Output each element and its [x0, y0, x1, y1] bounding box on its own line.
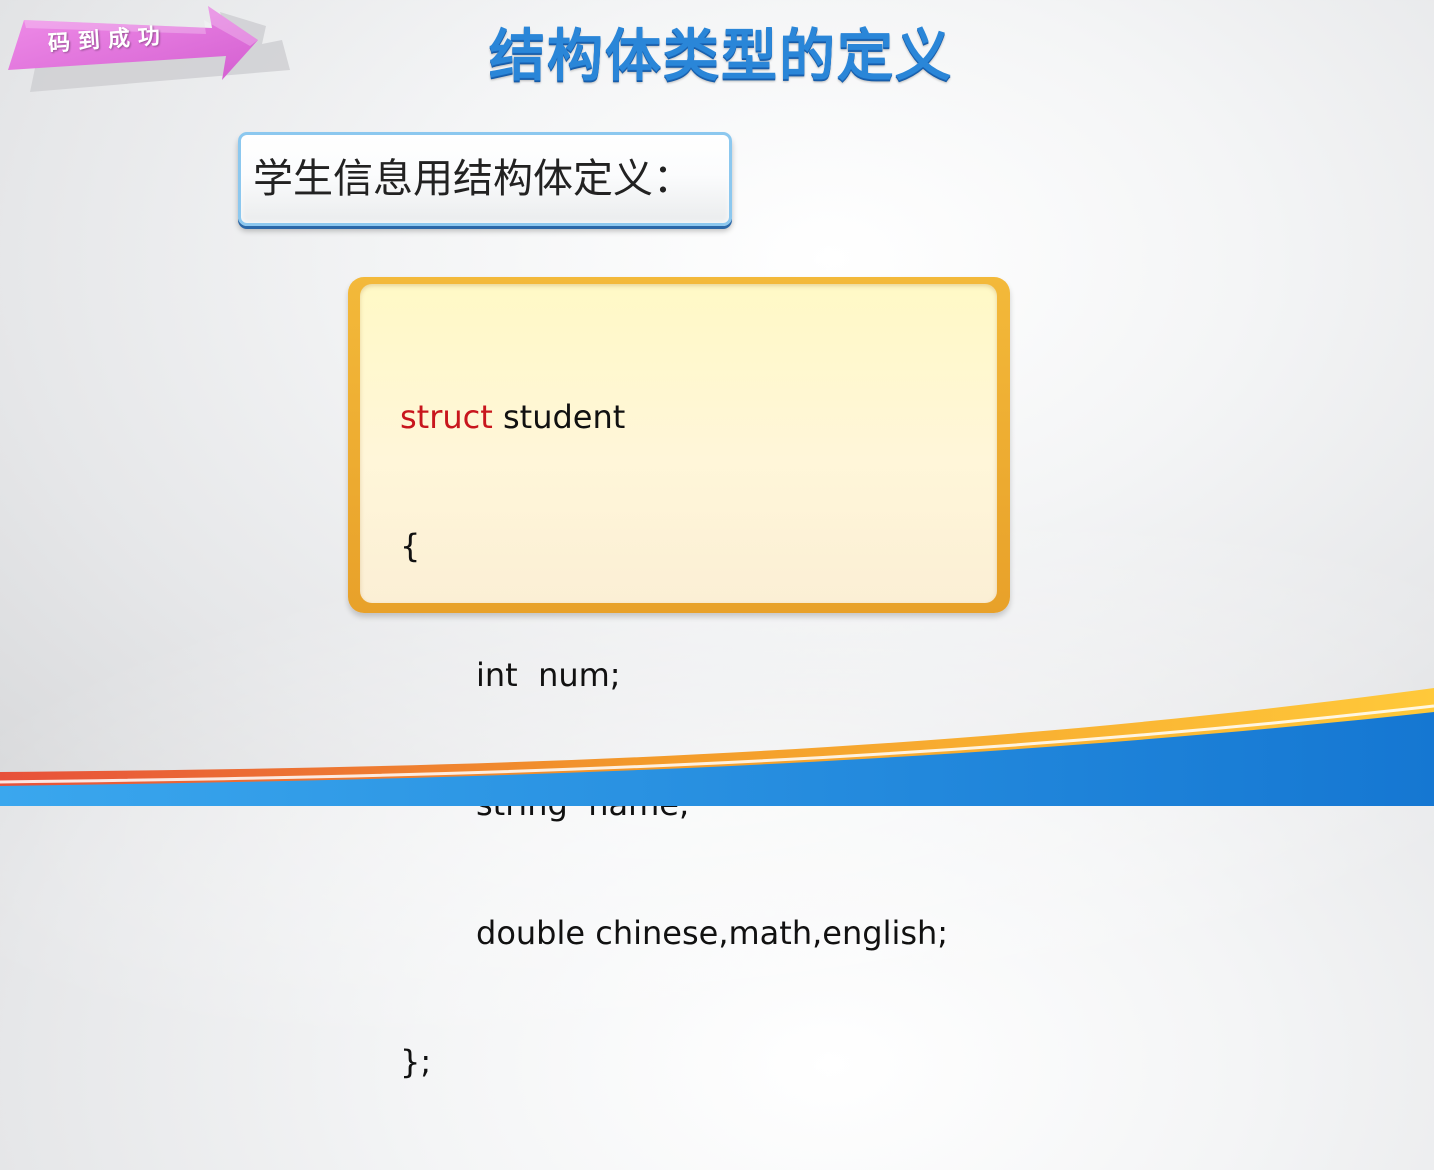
code-open-brace: { — [400, 527, 421, 565]
code-close-brace: }; — [400, 1043, 432, 1081]
code-line-5: double chinese,math,english; — [400, 912, 948, 955]
page-title: 结构体类型的定义 — [489, 24, 953, 89]
code-line-6: }; — [400, 1041, 948, 1084]
brand-arrow-icon — [8, 6, 290, 92]
code-line-1: struct student — [400, 396, 948, 439]
label-box: 学生信息用结构体定义： — [238, 132, 732, 226]
code-panel-inner: struct student { int num; string name; d… — [360, 284, 997, 1081]
bottom-wave-bands — [0, 640, 1434, 806]
code-struct-name: student — [492, 398, 626, 436]
code-field-scores: double chinese,math,english; — [476, 914, 949, 952]
code-panel: struct student { int num; string name; d… — [348, 277, 1010, 1081]
label-text: 学生信息用结构体定义： — [253, 156, 693, 202]
brand-badge: 码到成功 — [0, 0, 300, 110]
code-line-2: { — [400, 525, 948, 568]
code-keyword: struct — [400, 398, 493, 436]
